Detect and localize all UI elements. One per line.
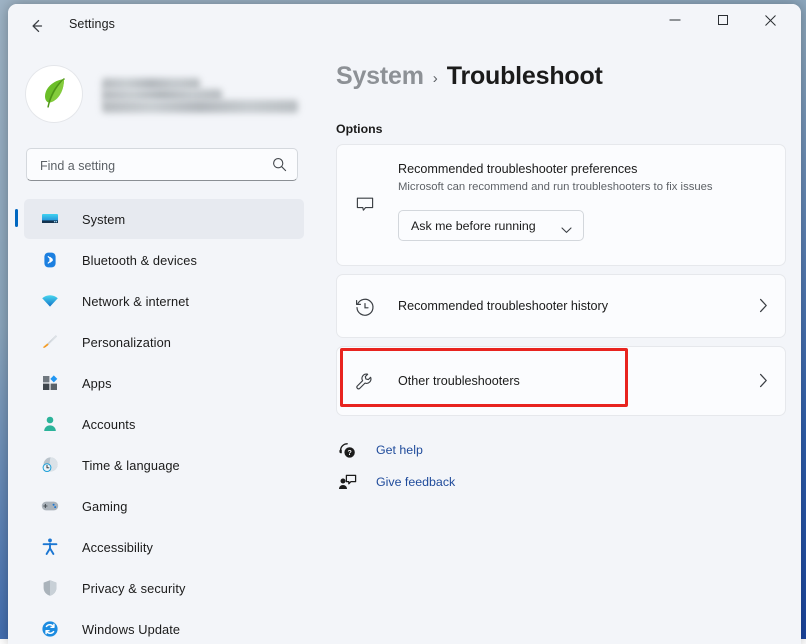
card-title: Recommended troubleshooter history bbox=[398, 299, 608, 313]
wifi-icon bbox=[38, 289, 62, 313]
card-title: Recommended troubleshooter preferences bbox=[398, 162, 637, 176]
maximize-button[interactable] bbox=[700, 4, 745, 36]
apps-icon bbox=[38, 371, 62, 395]
card-title: Other troubleshooters bbox=[398, 374, 520, 388]
breadcrumb-parent-system[interactable]: System bbox=[336, 62, 424, 91]
monitor-icon bbox=[38, 207, 62, 231]
sidebar-item-bluetooth-devices[interactable]: Bluetooth & devices bbox=[24, 240, 304, 280]
sidebar-item-label: Bluetooth & devices bbox=[82, 253, 197, 268]
shield-icon bbox=[38, 576, 62, 600]
breadcrumb: System › Troubleshoot bbox=[336, 62, 603, 91]
sidebar-item-time-language[interactable]: Time & language bbox=[24, 445, 304, 485]
wrench-icon bbox=[353, 370, 377, 394]
main-content: System › Troubleshoot Options Recommende… bbox=[320, 48, 801, 644]
person-icon bbox=[38, 412, 62, 436]
sidebar-item-system[interactable]: System bbox=[24, 199, 304, 239]
give-feedback-link[interactable]: Give feedback bbox=[336, 470, 455, 494]
avatar bbox=[26, 66, 82, 122]
card-recommended-troubleshooter-history[interactable]: Recommended troubleshooter history bbox=[336, 274, 786, 338]
sidebar-item-label: Windows Update bbox=[82, 622, 180, 637]
sidebar-item-label: Accessibility bbox=[82, 540, 153, 555]
sidebar-item-apps[interactable]: Apps bbox=[24, 363, 304, 403]
minimize-button[interactable] bbox=[652, 4, 697, 36]
search-box[interactable] bbox=[26, 148, 298, 181]
sidebar-item-label: Accounts bbox=[82, 417, 135, 432]
link-label: Give feedback bbox=[376, 475, 455, 489]
minimize-icon bbox=[669, 14, 681, 26]
sidebar-item-label: System bbox=[82, 212, 125, 227]
user-email-redacted-line bbox=[102, 100, 298, 113]
page-title: Troubleshoot bbox=[447, 62, 603, 91]
sidebar-item-privacy-security[interactable]: Privacy & security bbox=[24, 568, 304, 608]
app-title: Settings bbox=[69, 17, 115, 31]
sidebar-item-label: Personalization bbox=[82, 335, 171, 350]
accessibility-icon bbox=[38, 535, 62, 559]
sidebar-item-label: Privacy & security bbox=[82, 581, 186, 596]
feedback-person-icon bbox=[336, 471, 358, 493]
bluetooth-icon bbox=[38, 248, 62, 272]
chevron-right-icon bbox=[759, 373, 768, 393]
search-input[interactable] bbox=[38, 149, 257, 182]
update-icon bbox=[38, 617, 62, 641]
chevron-right-icon bbox=[759, 298, 768, 318]
sidebar-item-label: Gaming bbox=[82, 499, 127, 514]
help-question-icon: ? bbox=[336, 439, 358, 461]
sidebar-item-accounts[interactable]: Accounts bbox=[24, 404, 304, 444]
card-other-troubleshooters[interactable]: Other troubleshooters bbox=[336, 346, 786, 416]
sidebar-nav-list: System Bluetooth & devices bbox=[8, 199, 320, 644]
sidebar: System Bluetooth & devices bbox=[8, 48, 320, 644]
back-button[interactable] bbox=[20, 10, 54, 42]
sidebar-item-network-internet[interactable]: Network & internet bbox=[24, 281, 304, 321]
speech-bubble-icon bbox=[353, 193, 377, 217]
clock-globe-icon bbox=[38, 453, 62, 477]
close-icon bbox=[764, 14, 777, 27]
card-recommended-troubleshooter-preferences: Recommended troubleshooter preferences M… bbox=[336, 144, 786, 266]
dropdown-selected-value: Ask me before running bbox=[411, 219, 536, 233]
settings-window: Settings bbox=[8, 4, 801, 644]
history-clock-icon bbox=[353, 295, 377, 319]
link-label: Get help bbox=[376, 443, 423, 457]
chevron-right-icon: › bbox=[433, 66, 438, 87]
close-button[interactable] bbox=[748, 4, 793, 36]
sidebar-item-gaming[interactable]: Gaming bbox=[24, 486, 304, 526]
card-description: Microsoft can recommend and run troubles… bbox=[398, 181, 713, 193]
search-icon[interactable] bbox=[271, 156, 288, 173]
sidebar-item-label: Time & language bbox=[82, 458, 180, 473]
section-label-options: Options bbox=[336, 122, 382, 136]
chevron-down-icon bbox=[561, 222, 572, 240]
sidebar-item-personalization[interactable]: Personalization bbox=[24, 322, 304, 362]
user-profile[interactable] bbox=[26, 64, 306, 126]
get-help-link[interactable]: ? Get help bbox=[336, 438, 423, 462]
troubleshooter-preference-dropdown[interactable]: Ask me before running bbox=[398, 210, 584, 241]
back-arrow-icon bbox=[28, 17, 46, 35]
sidebar-item-label: Network & internet bbox=[82, 294, 189, 309]
paintbrush-icon bbox=[38, 330, 62, 354]
sidebar-item-label: Apps bbox=[82, 376, 112, 391]
title-bar: Settings bbox=[8, 4, 801, 48]
gamepad-icon bbox=[38, 494, 62, 518]
leaf-avatar-icon bbox=[34, 72, 74, 117]
sidebar-item-accessibility[interactable]: Accessibility bbox=[24, 527, 304, 567]
maximize-icon bbox=[717, 14, 729, 26]
svg-text:?: ? bbox=[347, 450, 351, 457]
